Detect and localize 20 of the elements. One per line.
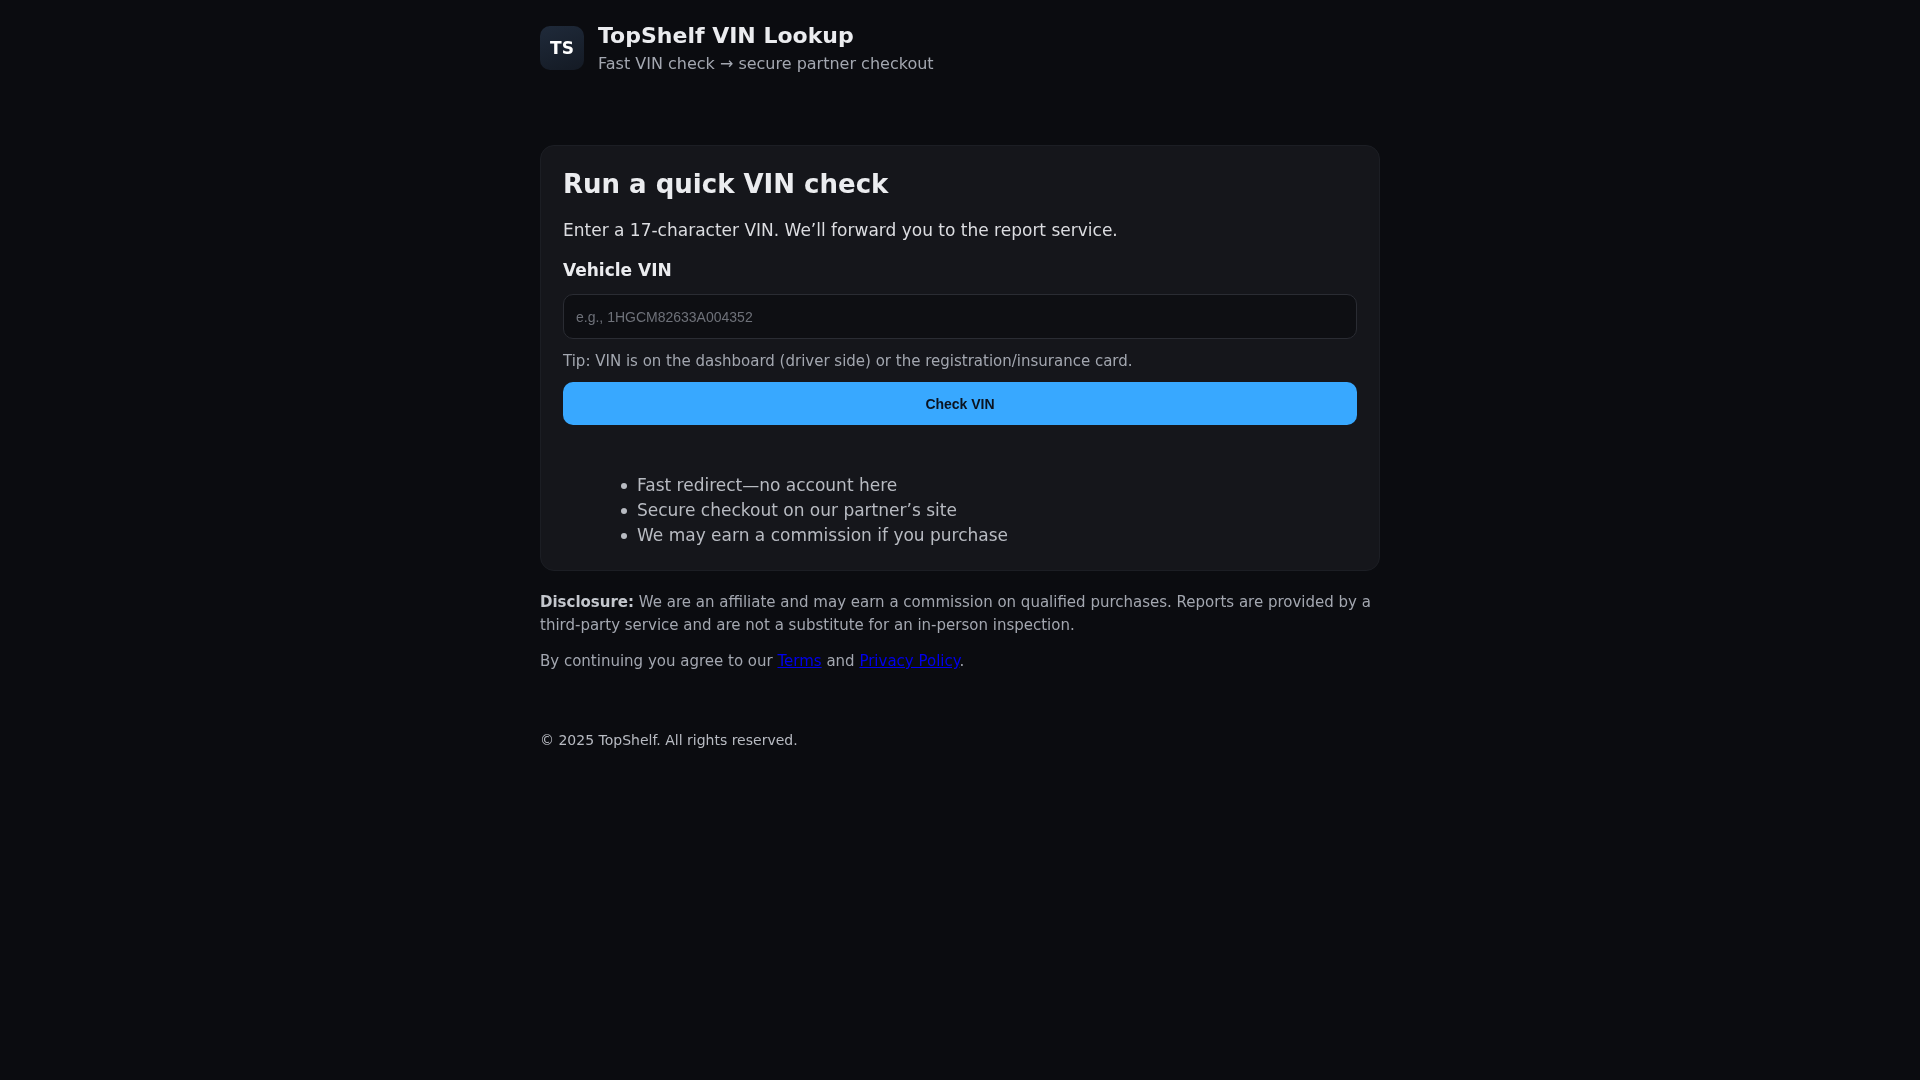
check-vin-button[interactable]: Check VIN — [563, 382, 1357, 425]
benefit-text: We may earn a commission if you purchase — [637, 524, 1009, 547]
benefit-text: Secure checkout on our partner’s site — [637, 499, 957, 522]
logo-badge: TS — [540, 26, 584, 70]
tip-text: Tip: VIN is on the dashboard (driver side) or the registration/insurance card. — [563, 351, 1134, 371]
benefit-text: Fast redirect—no account here — [637, 474, 898, 497]
app-subtitle: Fast VIN check → secure partner checkout — [598, 54, 934, 74]
bullet-icon — [621, 507, 627, 514]
disclosure-text: Disclosure: We are an affiliate and may earn a commission on qualified purchases. Reports are provided by a third-party service and are not a substitute for an in-person inspection. — [540, 592, 1372, 636]
app-title: TopShelf VIN Lookup — [598, 23, 855, 49]
card-heading: Run a quick VIN check — [563, 168, 890, 200]
intro-text: Enter a 17-character VIN. We’ll forward you to the report service. — [563, 219, 1119, 241]
field-label: Vehicle VIN — [563, 259, 673, 281]
policy-link[interactable]: Privacy Policy — [859, 652, 960, 670]
policy-link[interactable]: Terms — [777, 652, 822, 670]
copyright-text: © 2025 TopShelf. All rights reserved. — [540, 731, 799, 750]
bullet-icon — [621, 482, 627, 489]
vin-input-field[interactable]: e.g., 1HGCM82633A004352 — [563, 294, 1357, 339]
agreement-text: By continuing you agree to our Terms and Privacy Policy. — [540, 651, 966, 672]
bullet-icon — [621, 532, 627, 539]
